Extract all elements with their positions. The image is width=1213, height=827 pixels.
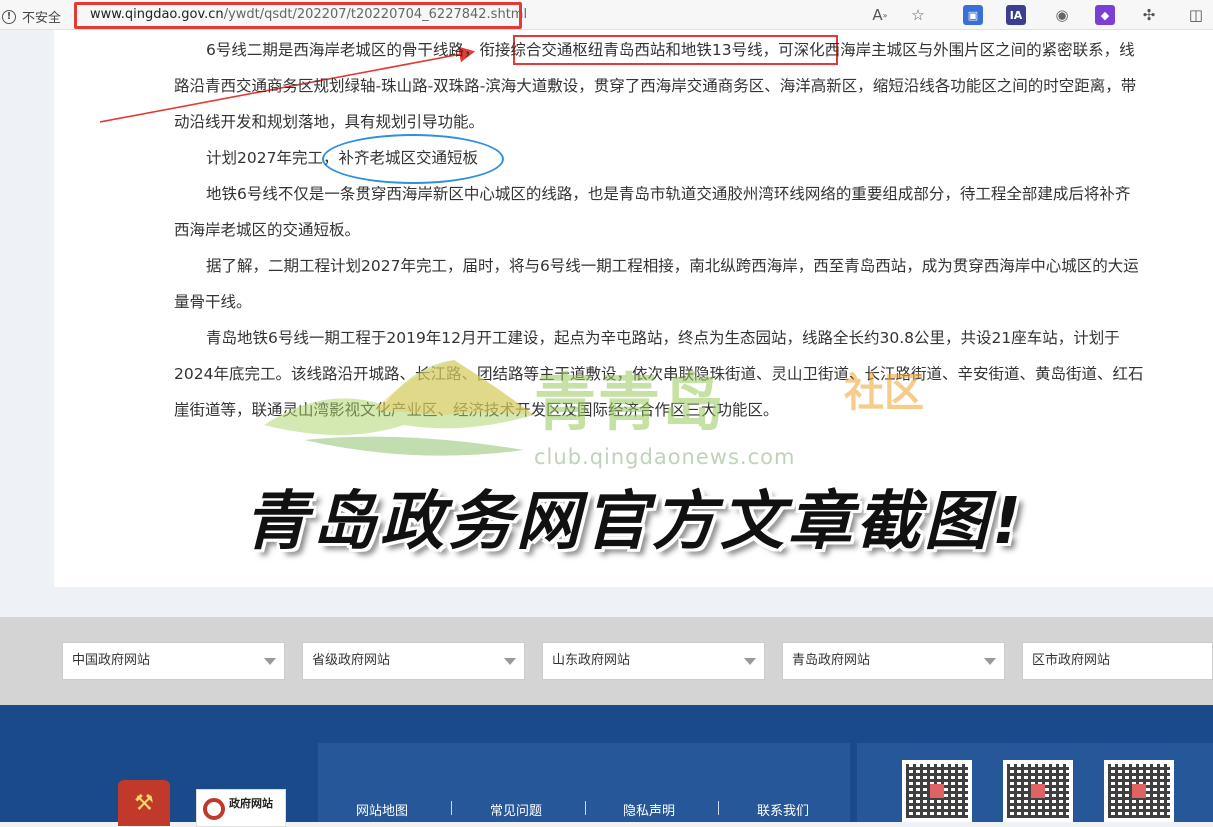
qr-code <box>902 760 972 822</box>
select-district-gov-sites[interactable]: 区市政府网站 <box>1022 642 1213 680</box>
url-domain: www.qingdao.gov.cn <box>90 7 224 22</box>
ia-extension-icon[interactable]: IA <box>1006 5 1026 25</box>
overlay-caption: 青岛政务网官方文章截图! <box>244 485 1026 559</box>
select-provincial-gov-sites[interactable]: 省级政府网站 <box>302 642 525 680</box>
extension-icon[interactable]: ▣ <box>963 5 983 25</box>
party-emblem-icon: ⚒ <box>118 780 170 826</box>
divider <box>718 801 719 815</box>
article-paragraph: 青岛地铁6号线一期工程于2019年12月开工建设，起点为辛屯路站，终点为生态园站… <box>174 329 1144 419</box>
url-path: /ywdt/qsdt/202207/t20220704_6227842.shtm… <box>223 7 528 22</box>
divider <box>451 801 452 815</box>
chevron-down-icon <box>984 658 996 665</box>
gov-site-badge[interactable]: 政府网站 <box>196 789 286 827</box>
site-security-indicator[interactable]: ! 不安全 <box>0 7 61 26</box>
chevron-down-icon <box>744 658 756 665</box>
gov-badge-label: 政府网站 <box>229 797 273 810</box>
article-content: 6号线二期是西海岸老城区的骨干线路，衔接综合交通枢纽青岛西站和地铁13号线，可深… <box>54 30 1213 587</box>
badge-ring-icon <box>203 798 225 820</box>
address-bar[interactable]: www.qingdao.gov.cn/ywdt/qsdt/202207/t202… <box>90 7 527 22</box>
footer-link-faq[interactable]: 常见问题 <box>490 800 542 819</box>
footer-link-contact[interactable]: 联系我们 <box>757 800 809 819</box>
chevron-down-icon <box>264 658 276 665</box>
qr-code <box>1104 760 1174 822</box>
select-qingdao-gov-sites[interactable]: 青岛政府网站 <box>782 642 1005 680</box>
article-paragraph: 地铁6号线不仅是一条贯穿西海岸新区中心城区的线路，也是青岛市轨道交通胶州湾环线网… <box>174 185 1131 239</box>
watermark-url: club.qingdaonews.com <box>534 445 796 469</box>
browser-toolbar: ! 不安全 www.qingdao.gov.cn/ywdt/qsdt/20220… <box>0 0 1213 30</box>
warning-icon: ! <box>2 9 16 24</box>
footer-link-sitemap[interactable]: 网站地图 <box>356 800 408 819</box>
puzzle-icon[interactable]: ✣ <box>1139 5 1159 25</box>
insecure-label: 不安全 <box>22 11 62 26</box>
gov-links-bar: 中国政府网站 省级政府网站 山东政府网站 青岛政府网站 区市政府网站 <box>0 617 1213 705</box>
select-china-gov-sites[interactable]: 中国政府网站 <box>62 642 285 680</box>
favorite-star-icon[interactable]: ☆ <box>908 5 928 25</box>
footer-link-privacy[interactable]: 隐私声明 <box>623 800 675 819</box>
chevron-down-icon <box>504 658 516 665</box>
divider <box>585 801 586 815</box>
article-paragraph: 据了解，二期工程计划2027年完工，届时，将与6号线一期工程相接，南北纵跨西海岸… <box>174 257 1139 311</box>
extension-icon[interactable]: ◉ <box>1052 5 1072 25</box>
site-footer: ⚒ 政府网站 网站地图 常见问题 隐私声明 联系我们 <box>0 705 1213 827</box>
select-shandong-gov-sites[interactable]: 山东政府网站 <box>542 642 765 680</box>
read-aloud-icon[interactable]: A» <box>870 5 890 25</box>
split-screen-icon[interactable]: ◫ <box>1186 5 1206 25</box>
qr-code <box>1003 760 1073 822</box>
article-subheading: 计划2027年完工，补齐老城区交通短板 <box>206 149 478 167</box>
article-paragraph: 6号线二期是西海岸老城区的骨干线路，衔接综合交通枢纽青岛西站和地铁13号线，可深… <box>174 41 1137 131</box>
extension-icon[interactable]: ◆ <box>1095 5 1115 25</box>
